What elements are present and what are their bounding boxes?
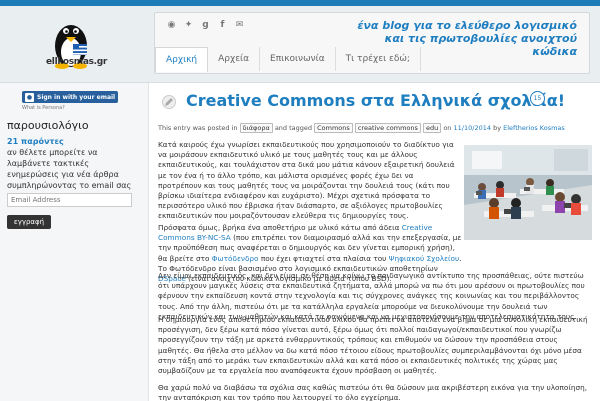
post-content: Creative Commons στα Ελληνικά σχολεία! 1… — [150, 83, 600, 401]
meta-label: and tagged — [274, 124, 313, 132]
subscribe-button[interactable]: εγγραφή — [7, 215, 51, 229]
pencil-icon — [162, 95, 176, 109]
main-nav: Αρχική Αρχεία Επικοινωνία Τι τρέχει εδώ; — [155, 41, 421, 73]
post-paragraph: Κατά καιρούς έχω γνωρίσει εκπαιδευτικούς… — [158, 140, 455, 221]
header-box: ◉ ✦ g f ✉ ένα blog για το ελεύθερο λογισ… — [154, 12, 590, 74]
email-field[interactable] — [7, 193, 132, 207]
subscriber-count: 21 παρόντες — [7, 137, 64, 146]
text-span: που έχει φτιαχτεί στα πλαίσια του — [258, 253, 389, 263]
persona-help-link[interactable]: What is Persona? — [22, 105, 65, 111]
meta-label: This entry was posted in — [158, 124, 238, 132]
facebook-icon[interactable]: f — [217, 19, 228, 30]
post-date[interactable]: 11/10/2014 — [454, 124, 491, 132]
post-author[interactable]: Eleftherios Kosmas — [503, 124, 565, 132]
sidebar: ● Sign in with your email What is Person… — [0, 83, 149, 401]
nav-contact[interactable]: Επικοινωνία — [260, 47, 336, 71]
site-header: ellkosmas.gr ◉ ✦ g f ✉ ένα blog για το ε… — [0, 6, 600, 82]
digital-school-link[interactable]: Ψηφιακού Σχολείου — [389, 254, 459, 263]
meta-label: on — [443, 124, 452, 132]
comment-count-badge[interactable]: 15 — [530, 91, 545, 106]
nav-about[interactable]: Τι τρέχει εδώ; — [336, 47, 421, 71]
category-link[interactable]: διάφορα — [239, 123, 273, 133]
post-meta: This entry was posted in διάφορα and tag… — [158, 123, 565, 133]
tag-link[interactable]: Commons — [314, 123, 353, 133]
text-span: Πρόσφατα όμως, βρήκα ένα αποθετήριο με υ… — [158, 223, 402, 232]
email-icon[interactable]: ✉ — [234, 19, 245, 30]
nav-archives[interactable]: Αρχεία — [208, 47, 261, 71]
post-paragraph: Θα χαρώ πολύ να διαβάσω τα σχόλια σας κα… — [158, 383, 588, 401]
meta-label: by — [493, 124, 502, 132]
tag-link[interactable]: creative commons — [354, 123, 421, 133]
persona-icon: ● — [25, 92, 34, 102]
subscribe-description: αν θέλετε μπορείτε να λαμβάνετε τακτικές… — [7, 148, 132, 190]
google-plus-icon[interactable]: g — [200, 19, 211, 30]
signin-label: Sign in with your email — [37, 93, 116, 101]
post-paragraph: Η δημιουργία ενός αποθετηρίου εκπαιδευτι… — [158, 315, 588, 376]
post-title[interactable]: Creative Commons στα Ελληνικά σχολεία! — [186, 91, 565, 110]
nav-home[interactable]: Αρχική — [155, 47, 209, 72]
social-links: ◉ ✦ g f ✉ — [166, 19, 245, 30]
photodentro-link[interactable]: Φωτόδενδρο — [212, 254, 259, 263]
persona-signin-button[interactable]: ● Sign in with your email — [22, 91, 118, 103]
twitter-icon[interactable]: ✦ — [183, 19, 194, 30]
classroom-photo — [464, 145, 592, 240]
tag-link[interactable]: edu — [423, 123, 442, 133]
main-area: ● Sign in with your email What is Person… — [0, 82, 600, 401]
logo-text: ellkosmas.gr — [46, 57, 108, 67]
rss-icon[interactable]: ◉ — [166, 19, 177, 30]
sidebar-title: παρουσιολόγιο — [7, 119, 89, 132]
